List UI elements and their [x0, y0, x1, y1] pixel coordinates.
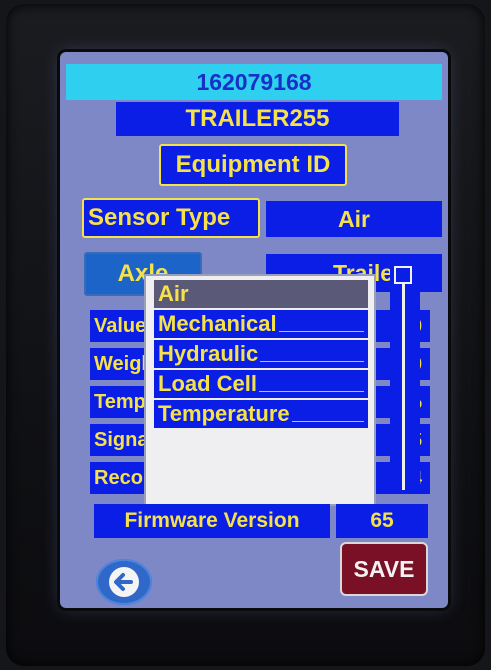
dropdown-option-temperature[interactable]: Temperature	[154, 400, 368, 428]
dropdown-option-label: Temperature	[158, 401, 290, 426]
sensor-type-dropdown: Air Mechanical Hydraulic Load Cell Tempe…	[144, 274, 376, 506]
sensor-type-value[interactable]: Air	[266, 201, 442, 237]
dropdown-option-mechanical[interactable]: Mechanical	[154, 310, 368, 338]
scroll-thumb[interactable]	[394, 266, 412, 284]
arrow-left-icon	[109, 567, 139, 597]
save-button[interactable]: SAVE	[340, 542, 428, 596]
trailer-name-field: TRAILER255	[116, 102, 399, 136]
scroll-track	[402, 280, 405, 490]
firmware-version-value: 65	[336, 504, 428, 538]
dropdown-option-label: Mechanical	[158, 311, 277, 336]
dropdown-scrollbar[interactable]	[390, 262, 420, 494]
dropdown-option-label: Air	[158, 281, 189, 306]
dropdown-option-label: Hydraulic	[158, 341, 259, 366]
sensor-type-button[interactable]: Sensor Type	[82, 198, 260, 238]
equipment-id-button[interactable]: Equipment ID	[159, 144, 347, 186]
dropdown-option-air[interactable]: Air	[154, 280, 368, 308]
dropdown-option-load-cell[interactable]: Load Cell	[154, 370, 368, 398]
firmware-version-label: Firmware Version	[94, 504, 330, 538]
dropdown-option-hydraulic[interactable]: Hydraulic	[154, 340, 368, 368]
back-button[interactable]	[96, 559, 152, 605]
touch-screen: 162079168 TRAILER255 Equipment ID Sensor…	[60, 52, 448, 608]
dropdown-option-label: Load Cell	[158, 371, 258, 396]
device-id-bar: 162079168	[66, 64, 442, 100]
